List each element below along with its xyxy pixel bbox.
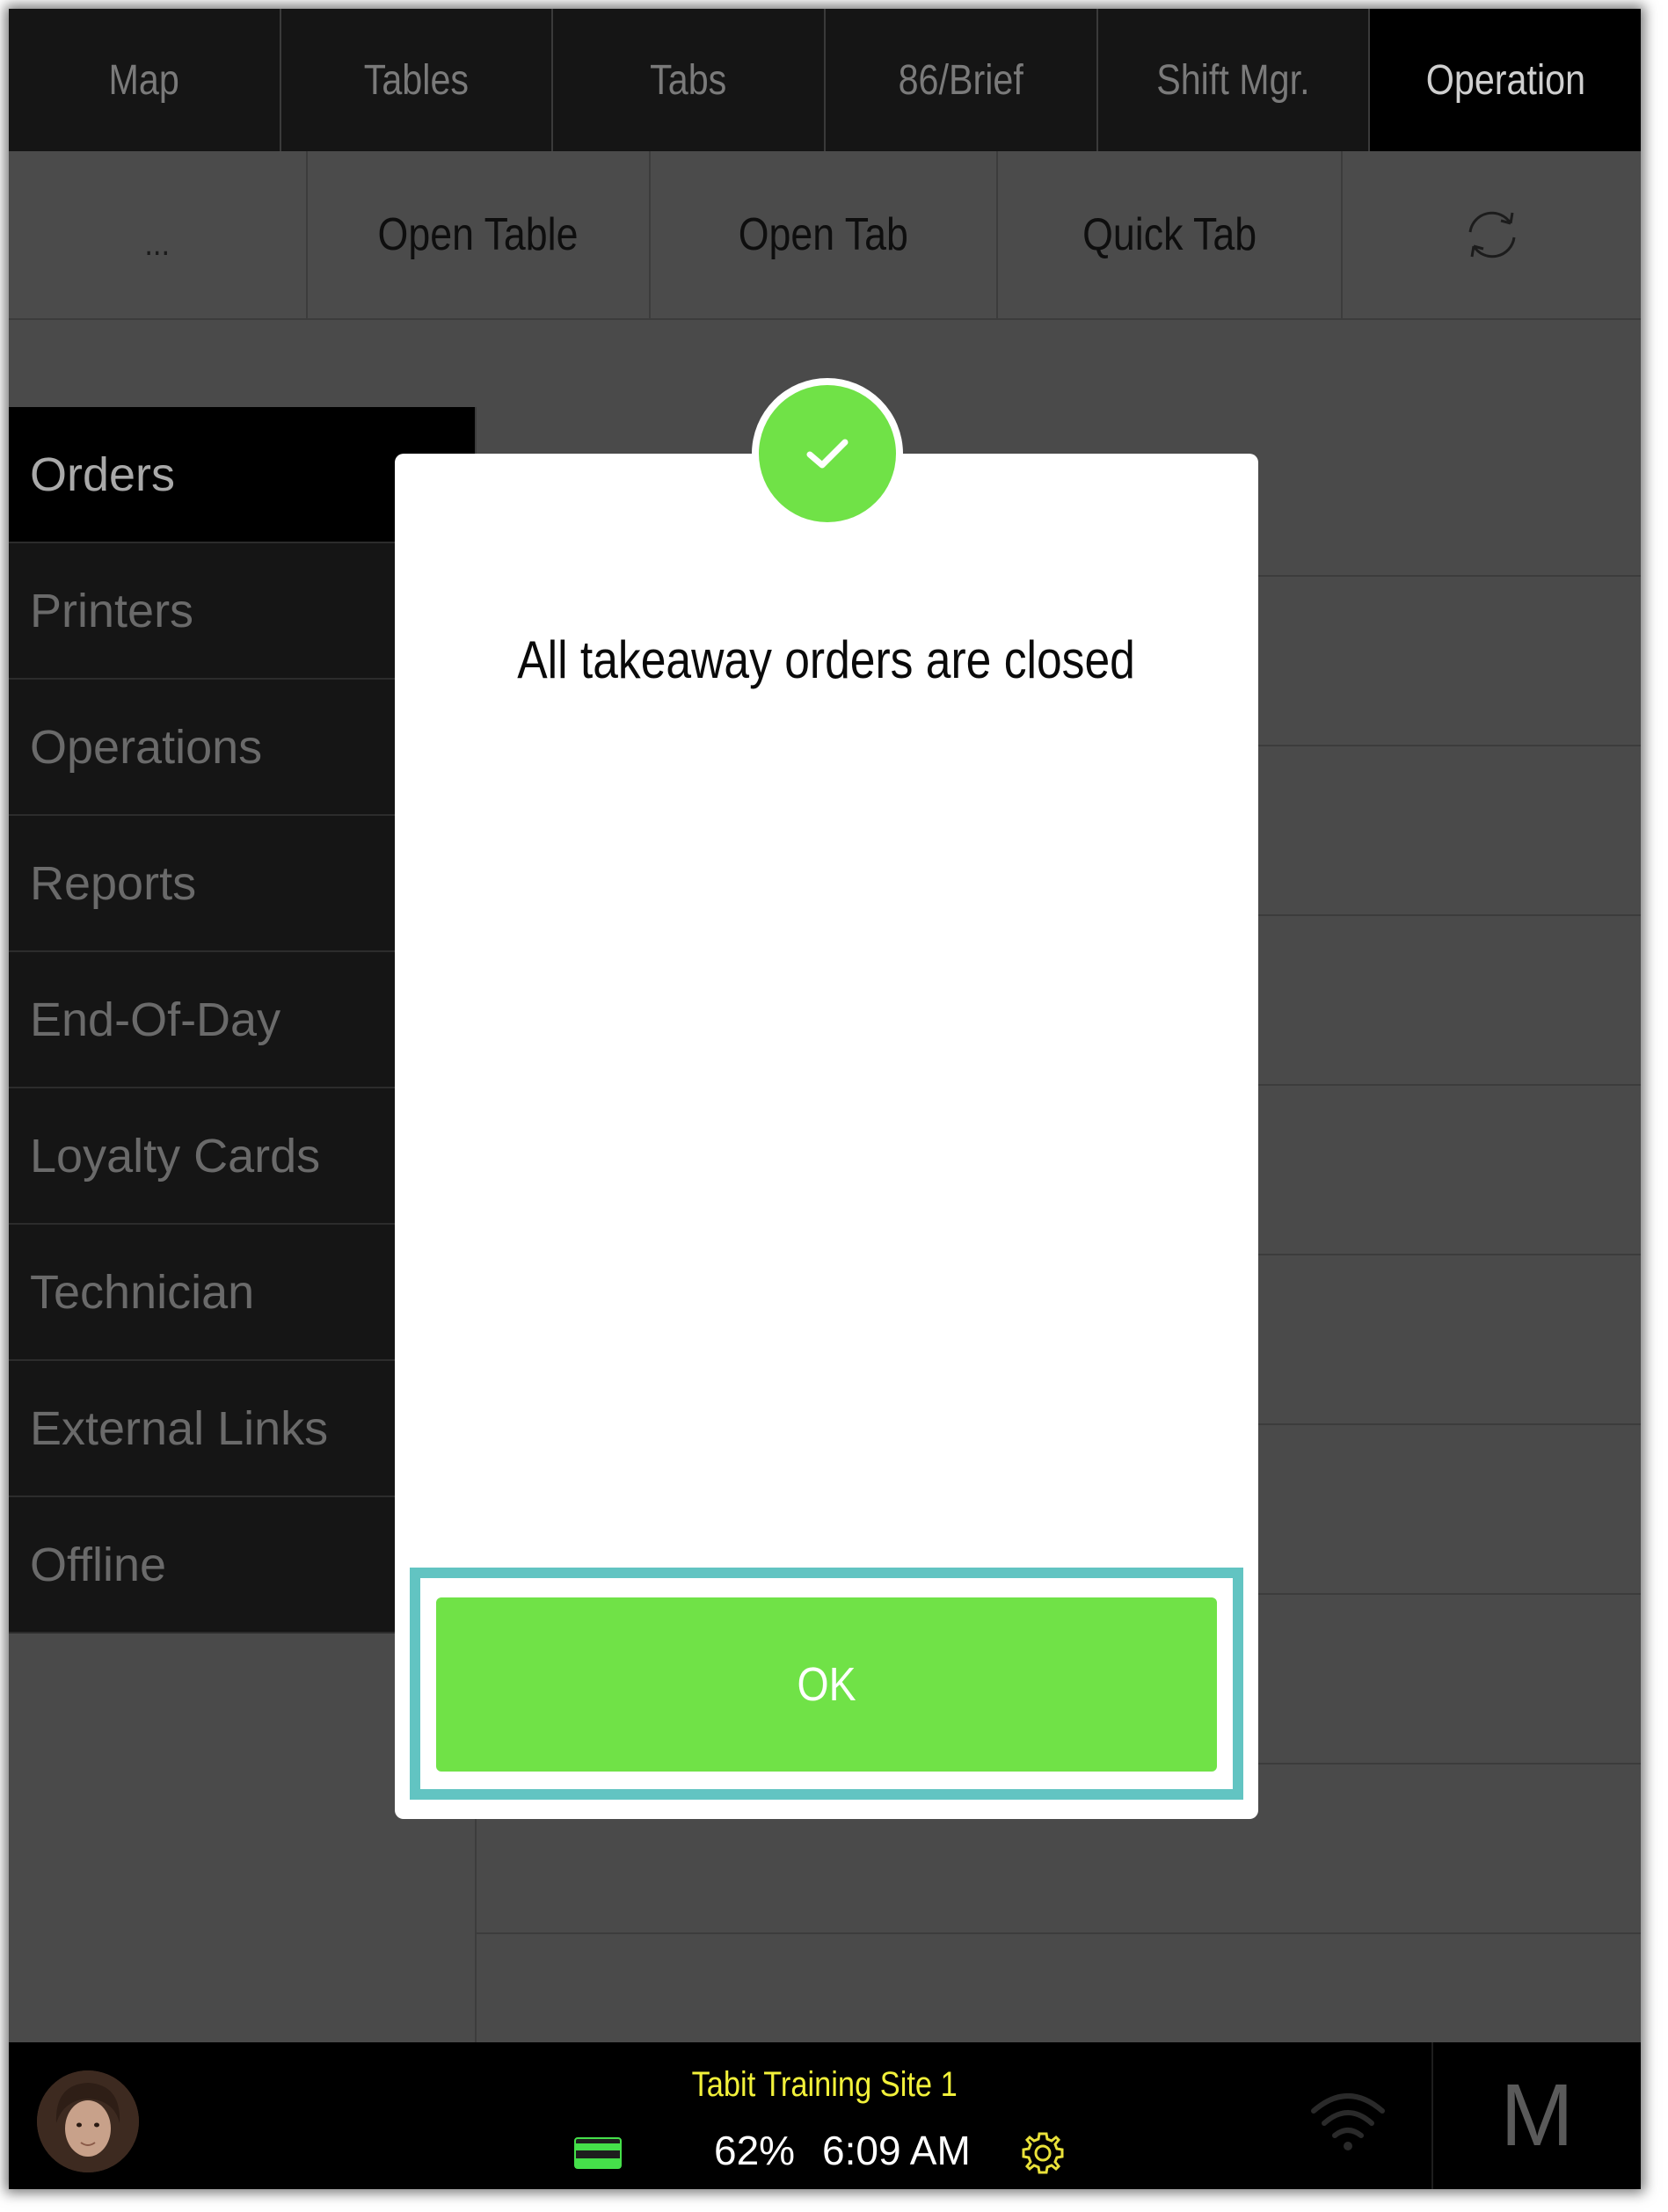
tab-operation[interactable]: Operation — [1370, 9, 1641, 151]
more-label: ... — [144, 223, 171, 263]
tab-tabs[interactable]: Tabs — [553, 9, 827, 151]
ok-button-highlight: OK — [410, 1568, 1243, 1800]
open-tab-label: Open Tab — [738, 209, 909, 260]
sidebar-item-label: End-Of-Day — [30, 993, 281, 1046]
sidebar-item-label: Operations — [30, 720, 263, 774]
tab-tables[interactable]: Tables — [281, 9, 554, 151]
battery-level: 62% — [714, 2128, 796, 2173]
sidebar-item-label: Loyalty Cards — [30, 1129, 321, 1182]
sidebar-item-label: Technician — [30, 1265, 255, 1319]
sidebar-item-label: Reports — [30, 856, 197, 910]
sidebar-item-label: Offline — [30, 1538, 167, 1591]
success-circle — [759, 385, 896, 522]
app-screen: Map Tables Tabs 86/Brief Shift Mgr. Oper… — [9, 9, 1641, 2189]
refresh-icon — [1468, 211, 1515, 258]
sidebar-item-label: Printers — [30, 584, 194, 637]
status-bar: Tabit Training Site 1 62% 6:09 AM M — [9, 2042, 1641, 2189]
clock: 6:09 AM — [822, 2128, 971, 2173]
site-name-text: Tabit Training Site 1 — [691, 2065, 958, 2104]
wifi-icon — [1311, 2093, 1385, 2150]
tab-label: Tabs — [650, 56, 727, 104]
quick-tab-label: Quick Tab — [1082, 209, 1257, 260]
tab-label: Tables — [363, 56, 470, 104]
tab-label: Shift Mgr. — [1156, 56, 1310, 104]
tab-86-brief[interactable]: 86/Brief — [826, 9, 1098, 151]
settings-icon[interactable] — [1018, 2128, 1067, 2178]
sidebar-item-label: External Links — [30, 1401, 329, 1455]
open-table-label: Open Table — [378, 209, 579, 260]
user-initial: M — [1500, 2066, 1574, 2165]
action-bar: ... Open Table Open Tab Quick Tab — [9, 151, 1641, 320]
site-name: Tabit Training Site 1 — [9, 2065, 1641, 2105]
tab-map[interactable]: Map — [9, 9, 281, 151]
tab-label: 86/Brief — [898, 56, 1023, 104]
open-tab-button[interactable]: Open Tab — [651, 151, 998, 318]
checkmark-icon — [806, 439, 849, 469]
confirmation-dialog: All takeaway orders are closed OK — [395, 454, 1258, 1819]
user-menu-button[interactable]: M — [1431, 2042, 1641, 2189]
refresh-button[interactable] — [1343, 151, 1641, 318]
dialog-message-text: All takeaway orders are closed — [517, 630, 1136, 689]
open-table-button[interactable]: Open Table — [308, 151, 651, 318]
tab-label: Map — [108, 56, 179, 104]
dialog-message: All takeaway orders are closed — [395, 629, 1258, 690]
tab-shift-mgr[interactable]: Shift Mgr. — [1098, 9, 1371, 151]
sidebar-item-label: Orders — [30, 447, 176, 501]
quick-tab-button[interactable]: Quick Tab — [998, 151, 1343, 318]
card-icon — [574, 2137, 622, 2169]
more-button[interactable]: ... — [9, 151, 308, 318]
ok-button[interactable]: OK — [436, 1597, 1217, 1772]
top-nav: Map Tables Tabs 86/Brief Shift Mgr. Oper… — [9, 9, 1641, 151]
success-badge — [752, 378, 903, 529]
tab-label: Operation — [1425, 56, 1585, 104]
ok-label: OK — [797, 1658, 856, 1711]
